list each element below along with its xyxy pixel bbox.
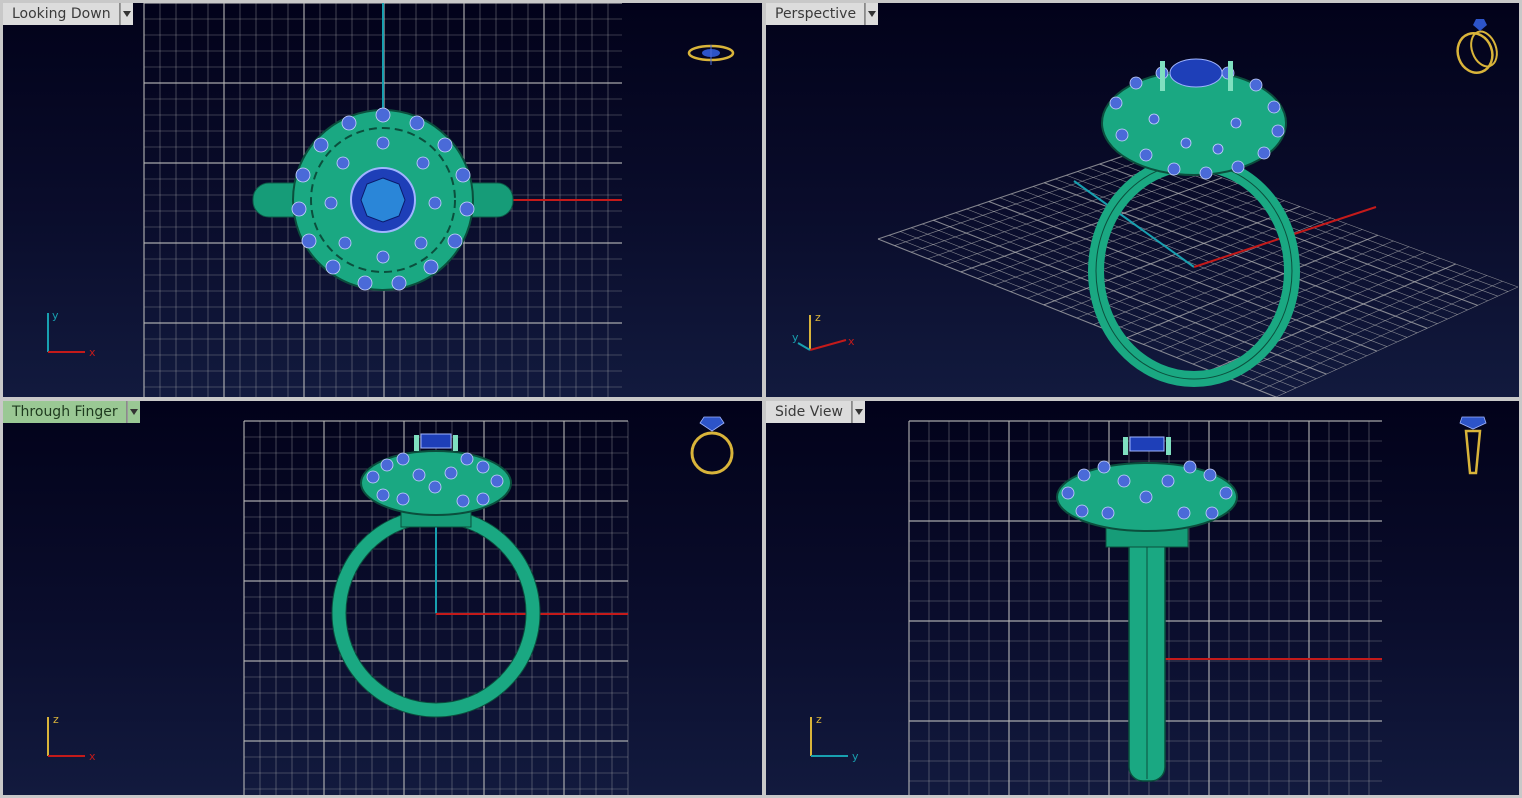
axis-label-horizontal: y — [852, 750, 859, 763]
axis-triad: y x — [47, 309, 96, 359]
viewport-through-finger-canvas[interactable] — [3, 401, 762, 795]
viewport-menu-through-finger[interactable]: Through Finger — [3, 401, 140, 423]
axis-label-horizontal: x — [848, 335, 855, 348]
chevron-down-icon[interactable] — [851, 401, 865, 423]
ring-front-view-icon[interactable] — [687, 413, 739, 477]
ring-perspective-icon[interactable] — [1450, 15, 1502, 77]
viewport-side-view-canvas[interactable] — [766, 401, 1519, 795]
axis-triad: z x — [47, 713, 96, 763]
viewport-title: Through Finger — [3, 401, 127, 423]
axis-label-horizontal: x — [89, 346, 96, 359]
viewport-side-view[interactable]: Side View z y — [766, 401, 1519, 795]
chevron-down-icon[interactable] — [865, 3, 879, 25]
axis-label-horizontal: x — [89, 750, 96, 763]
ring-model[interactable] — [252, 107, 514, 291]
grid-line — [1093, 223, 1347, 325]
viewport-menu-side-view[interactable]: Side View — [766, 401, 865, 423]
axis-label-vertical: z — [53, 713, 59, 726]
axis-label-vertical: z — [816, 713, 822, 726]
viewport-looking-down[interactable]: Looking Down y x — [3, 3, 762, 397]
axis-triad: z y — [810, 713, 859, 763]
viewport-menu-perspective[interactable]: Perspective — [766, 3, 879, 25]
ring-model[interactable] — [1056, 436, 1238, 782]
viewport-title: Perspective — [766, 3, 866, 25]
grid-line — [1110, 229, 1363, 332]
grid-line — [1275, 286, 1519, 397]
viewport-menu-looking-down[interactable]: Looking Down — [3, 3, 133, 25]
grid-line — [1226, 269, 1472, 378]
viewport-perspective-canvas[interactable] — [766, 3, 1519, 397]
chevron-down-icon[interactable] — [126, 401, 140, 423]
axis-label-depth: y — [792, 331, 799, 344]
viewport-through-finger[interactable]: Through Finger z x — [3, 401, 762, 795]
viewport-looking-down-canvas[interactable] — [3, 3, 762, 397]
grid-line — [1126, 234, 1378, 339]
axis-triad: z x y — [792, 311, 855, 351]
viewport-title: Side View — [766, 401, 852, 423]
grid-line — [1021, 189, 1408, 338]
ring-side-view-icon[interactable] — [1456, 413, 1490, 479]
axis-label-vertical: z — [815, 311, 821, 324]
viewport-perspective[interactable]: Perspective z x y — [766, 3, 1519, 397]
chevron-down-icon[interactable] — [119, 3, 133, 25]
axis-label-vertical: y — [52, 309, 59, 322]
viewport-title: Looking Down — [3, 3, 120, 25]
ring-top-view-icon[interactable] — [685, 39, 737, 69]
construction-grid — [877, 148, 1519, 397]
